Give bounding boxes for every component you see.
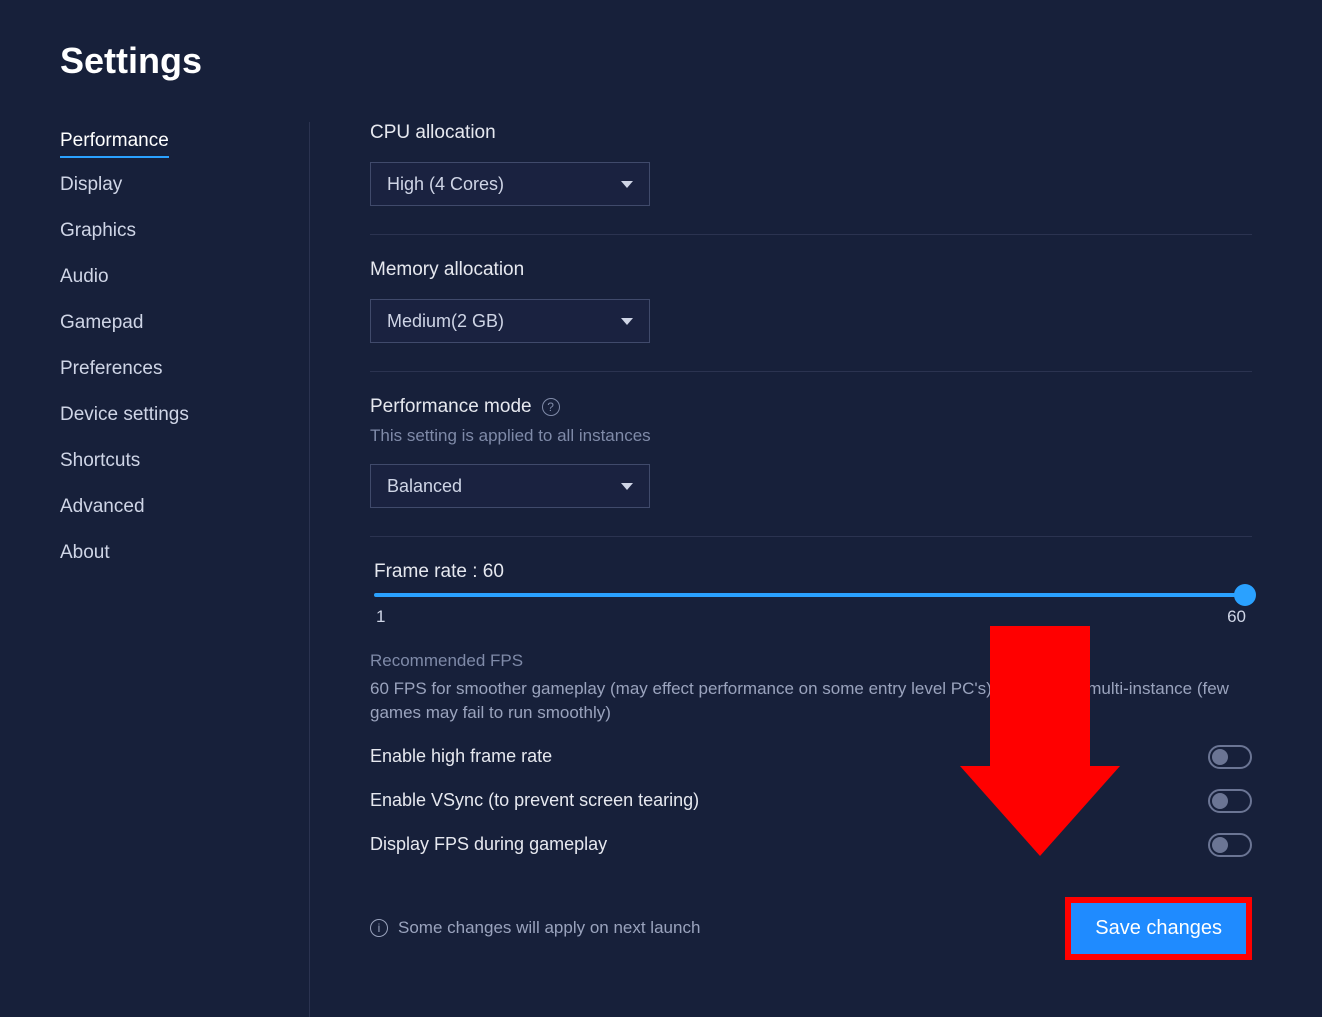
cpu-select-value: High (4 Cores) bbox=[387, 174, 504, 195]
cpu-select[interactable]: High (4 Cores) bbox=[370, 162, 650, 206]
memory-select-value: Medium(2 GB) bbox=[387, 311, 504, 332]
help-icon[interactable]: ? bbox=[542, 398, 560, 416]
perfmode-select[interactable]: Balanced bbox=[370, 464, 650, 508]
page-title: Settings bbox=[60, 40, 1262, 82]
save-button[interactable]: Save changes bbox=[1071, 903, 1246, 954]
recommended-body: 60 FPS for smoother gameplay (may effect… bbox=[370, 677, 1252, 725]
sidebar-item-display[interactable]: Display bbox=[60, 166, 122, 204]
frame-rate-label: Frame rate : 60 bbox=[370, 561, 1252, 583]
sidebar-item-performance[interactable]: Performance bbox=[60, 122, 169, 158]
memory-select[interactable]: Medium(2 GB) bbox=[370, 299, 650, 343]
toggle-high-frame-label: Enable high frame rate bbox=[370, 746, 552, 767]
frame-rate-slider[interactable] bbox=[374, 593, 1248, 597]
toggle-vsync-label: Enable VSync (to prevent screen tearing) bbox=[370, 790, 699, 811]
toggle-show-fps[interactable] bbox=[1208, 833, 1252, 857]
sidebar-item-graphics[interactable]: Graphics bbox=[60, 212, 136, 250]
slider-max: 60 bbox=[1227, 607, 1246, 627]
perfmode-label: Performance mode ? bbox=[370, 396, 1252, 418]
toggle-show-fps-label: Display FPS during gameplay bbox=[370, 834, 607, 855]
perfmode-subtext: This setting is applied to all instances bbox=[370, 426, 1252, 446]
perfmode-label-text: Performance mode bbox=[370, 396, 532, 418]
recommended-title: Recommended FPS bbox=[370, 651, 1252, 671]
sidebar-item-audio[interactable]: Audio bbox=[60, 258, 109, 296]
chevron-down-icon bbox=[621, 483, 633, 490]
sidebar: Performance Display Graphics Audio Gamep… bbox=[60, 122, 310, 1017]
slider-min: 1 bbox=[376, 607, 385, 627]
footer-info: Some changes will apply on next launch bbox=[398, 918, 700, 938]
toggle-vsync[interactable] bbox=[1208, 789, 1252, 813]
sidebar-item-preferences[interactable]: Preferences bbox=[60, 350, 162, 388]
cpu-label: CPU allocation bbox=[370, 122, 1252, 144]
sidebar-item-advanced[interactable]: Advanced bbox=[60, 488, 145, 526]
content: CPU allocation High (4 Cores) Memory all… bbox=[310, 122, 1262, 1017]
chevron-down-icon bbox=[621, 318, 633, 325]
sidebar-item-device-settings[interactable]: Device settings bbox=[60, 396, 189, 434]
sidebar-item-gamepad[interactable]: Gamepad bbox=[60, 304, 143, 342]
memory-label: Memory allocation bbox=[370, 259, 1252, 281]
info-icon: i bbox=[370, 919, 388, 937]
sidebar-item-shortcuts[interactable]: Shortcuts bbox=[60, 442, 140, 480]
sidebar-item-about[interactable]: About bbox=[60, 534, 110, 572]
perfmode-select-value: Balanced bbox=[387, 476, 462, 497]
annotation-highlight: Save changes bbox=[1065, 897, 1252, 960]
toggle-high-frame[interactable] bbox=[1208, 745, 1252, 769]
chevron-down-icon bbox=[621, 181, 633, 188]
slider-thumb[interactable] bbox=[1234, 584, 1256, 606]
